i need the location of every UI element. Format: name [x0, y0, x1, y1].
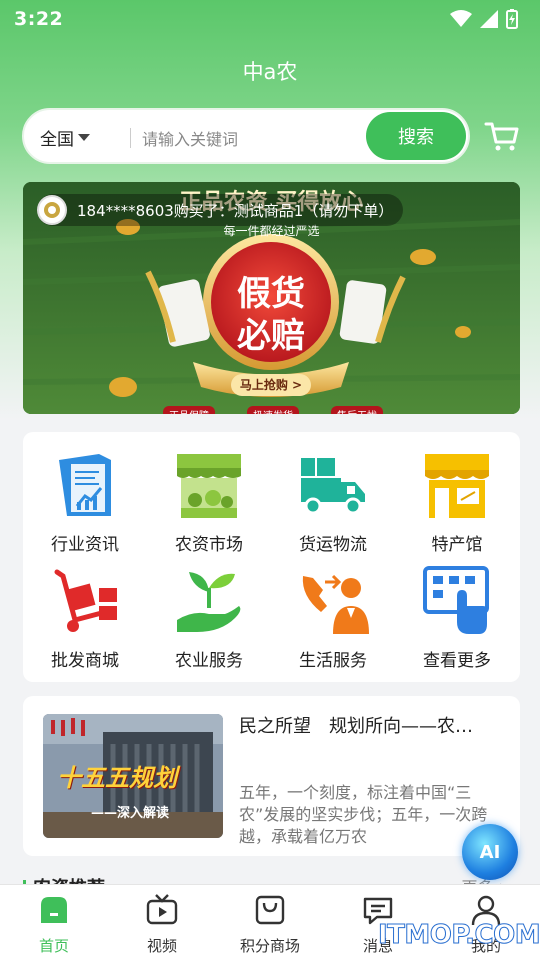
banner-tag: 正品保障	[163, 406, 215, 414]
phone-service-icon	[302, 574, 369, 634]
tab-video[interactable]: 视频	[108, 893, 216, 956]
news-summary: 五年，一个刻度，标注着中国“三农”发展的坚实步伐；五年，一次跨越，承载着亿万农	[239, 783, 488, 846]
avatar	[37, 195, 67, 225]
category-logistics[interactable]: 货运物流	[271, 450, 395, 555]
cta-button[interactable]: 马上抢购 >	[231, 374, 311, 396]
category-more[interactable]: 查看更多	[395, 566, 519, 671]
signal-icon	[480, 10, 498, 28]
ai-assistant-button[interactable]: AI	[462, 824, 518, 880]
banner-tag: 极速发货	[247, 406, 299, 414]
banner-tag: 售后无忧	[331, 406, 383, 414]
promo-banner[interactable]: 正品农资 买得放心 每一件都经过严选 184****8603购买了：测试商品1（…	[23, 182, 520, 414]
category-agri-service[interactable]: 农业服务	[147, 566, 271, 671]
badge-line-2: 必赔	[237, 316, 305, 356]
region-label: 全国	[40, 130, 74, 150]
news-card[interactable]: 十五五规划 ——深入解读 民之所望 规划所向——农… 五年，一个刻度，标注着中国…	[23, 696, 520, 856]
category-label: 行业资讯	[51, 535, 119, 555]
home-icon	[41, 897, 67, 923]
battery-icon	[506, 9, 518, 29]
region-select[interactable]: 全国	[40, 125, 90, 150]
ticker-text: 184****8603购买了：测试商品1（请勿下单）	[77, 201, 394, 220]
search-input[interactable]: 请输入关键词	[142, 126, 238, 150]
status-bar: 3:22	[0, 0, 540, 38]
hand-truck-icon	[54, 569, 117, 632]
category-grid: 行业资讯 农资市场 货运物流 特产馆 批发商城 农业服务 生活服务 查看更多	[23, 432, 520, 682]
divider	[130, 128, 131, 148]
category-label: 查看更多	[423, 651, 491, 671]
news-thumbnail: 十五五规划 ——深入解读	[43, 714, 223, 838]
category-industry-news[interactable]: 行业资讯	[23, 450, 147, 555]
shop-icon	[425, 454, 489, 518]
category-label: 农业服务	[175, 651, 243, 671]
bag-icon	[255, 895, 285, 925]
market-stall-icon	[177, 454, 241, 518]
wifi-icon	[450, 10, 472, 27]
category-label: 特产馆	[431, 535, 483, 555]
cart-icon[interactable]	[484, 118, 520, 154]
truck-icon	[301, 458, 365, 515]
category-specialty[interactable]: 特产馆	[395, 450, 519, 555]
tab-label: 视频	[146, 937, 177, 955]
category-label: 农资市场	[175, 535, 243, 555]
search-bar[interactable]: 全国 请输入关键词 搜索	[22, 108, 470, 164]
category-label: 货运物流	[299, 535, 367, 555]
purchase-ticker: 184****8603购买了：测试商品1（请勿下单）	[37, 194, 404, 226]
banner-tags: 正品保障 极速发货 售后无忧	[163, 406, 383, 414]
category-life-service[interactable]: 生活服务	[271, 566, 395, 671]
search-button[interactable]: 搜索	[366, 112, 466, 160]
more-grid-icon	[423, 566, 489, 634]
tab-label: 首页	[38, 937, 69, 955]
watermark: ITMOP.COM	[377, 920, 540, 951]
news-icon	[59, 454, 111, 516]
app-title: 中a农	[242, 60, 298, 84]
category-label: 生活服务	[299, 651, 367, 671]
thumbnail-subtitle: ——深入解读	[91, 806, 170, 821]
chevron-down-icon	[78, 133, 90, 141]
category-farm-market[interactable]: 农资市场	[147, 450, 271, 555]
news-title[interactable]: 民之所望 规划所向——农…	[239, 712, 507, 738]
category-label: 批发商城	[51, 651, 119, 671]
status-time: 3:22	[14, 8, 64, 30]
tab-home[interactable]: 首页	[0, 893, 108, 956]
tab-points-mall[interactable]: 积分商场	[216, 893, 324, 956]
sprout-hand-icon	[177, 572, 241, 632]
tab-label: 积分商场	[239, 937, 300, 955]
category-wholesale[interactable]: 批发商城	[23, 566, 147, 671]
tv-icon	[146, 894, 178, 925]
thumbnail-title: 十五五规划	[57, 764, 177, 792]
